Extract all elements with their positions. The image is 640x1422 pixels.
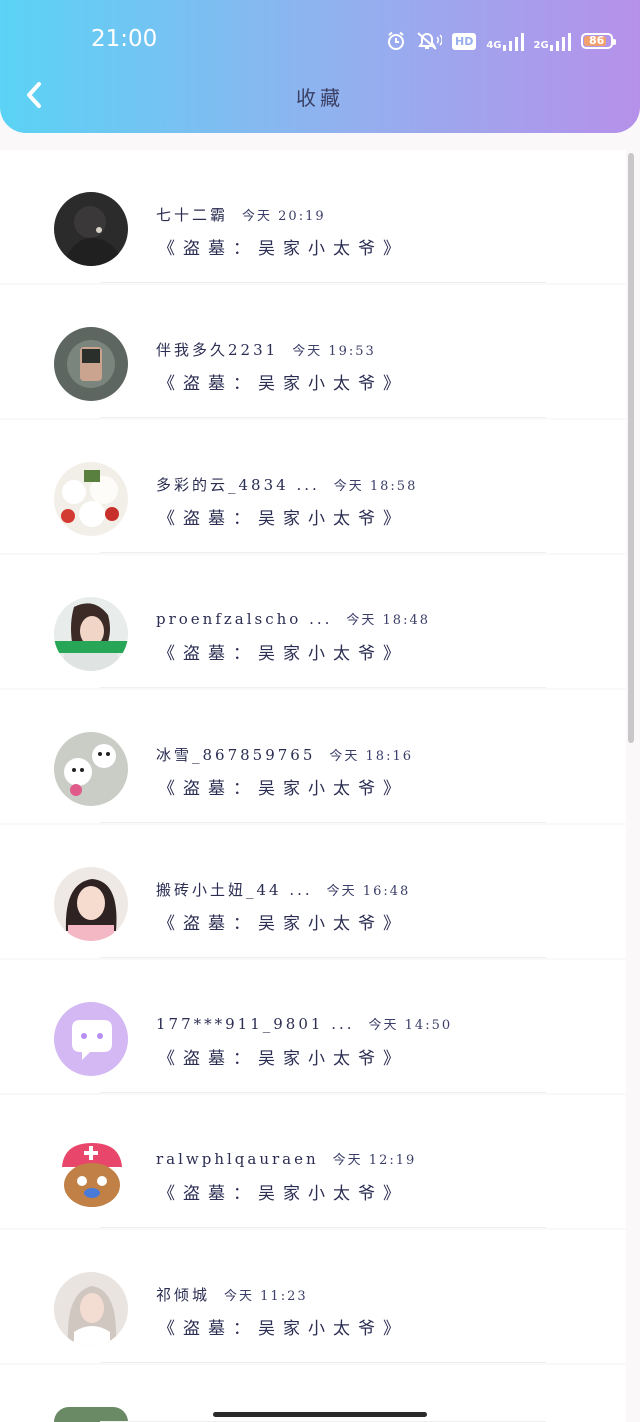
avatar[interactable] — [54, 867, 128, 941]
signal-icon — [502, 33, 524, 51]
user-name: 伴我多久2231 — [156, 341, 279, 359]
book-title[interactable]: 《盗墓：吴家小太爷》 — [158, 909, 408, 934]
signal-icon — [549, 33, 571, 51]
avatar[interactable] — [54, 597, 128, 671]
item-time: 今天 18:58 — [333, 479, 418, 494]
item-user-line: 177***911_9801 ... 今天 14:50 — [156, 1014, 452, 1033]
user-name: ralwphlqauraen — [156, 1150, 319, 1168]
user-name: proenfzalscho ... — [156, 610, 333, 628]
list-item[interactable]: 搬砖小土妞_44 ... 今天 16:48 《盗墓：吴家小太爷》 — [0, 825, 626, 958]
item-time: 今天 16:48 — [326, 884, 411, 899]
item-time: 今天 12:19 — [332, 1153, 417, 1168]
signal-2g: 2G — [534, 31, 571, 51]
book-title[interactable]: 《盗墓：吴家小太爷》 — [158, 1314, 408, 1339]
battery-level: 86 — [589, 34, 605, 47]
list-item[interactable]: 冰雪_867859765 今天 18:16 《盗墓：吴家小太爷》 — [0, 690, 626, 823]
page-title: 收藏 — [296, 86, 344, 110]
status-time: 21:00 — [91, 26, 158, 52]
item-user-line: 伴我多久2231 今天 19:53 — [156, 339, 376, 360]
avatar[interactable] — [54, 462, 128, 536]
book-title[interactable]: 《盗墓：吴家小太爷》 — [158, 639, 408, 664]
list-item[interactable]: 伴我多久2231 今天 19:53 《盗墓：吴家小太爷》 — [0, 285, 626, 418]
header-bar: 21:00 HD 4G 2G 86 收藏 — [0, 0, 640, 133]
item-time: 今天 14:50 — [368, 1018, 453, 1033]
item-user-line: 搬砖小土妞_44 ... 今天 16:48 — [156, 879, 410, 900]
user-name: 177***911_9801 ... — [156, 1015, 355, 1033]
hd-icon: HD — [452, 32, 477, 50]
mute-icon — [417, 32, 442, 50]
user-name: 七十二霸 — [156, 206, 229, 224]
item-time: 今天 11:23 — [224, 1289, 308, 1304]
avatar[interactable] — [54, 1272, 128, 1346]
user-name: 冰雪_867859765 — [156, 746, 316, 764]
avatar[interactable] — [54, 327, 128, 401]
list-item[interactable]: proenfzalscho ... 今天 18:48 《盗墓：吴家小太爷》 — [0, 555, 626, 688]
item-user-line: 多彩的云_4834 ... 今天 18:58 — [156, 474, 417, 495]
list-item[interactable]: ralwphlqauraen 今天 12:19 《盗墓：吴家小太爷》 — [0, 1095, 626, 1228]
status-icons: HD 4G 2G 86 — [386, 30, 623, 52]
net-label-4g: 4G — [486, 40, 502, 51]
list-item[interactable]: 七十二霸 今天 20:19 《盗墓：吴家小太爷》 — [0, 150, 626, 283]
item-user-line: ralwphlqauraen 今天 12:19 — [156, 1149, 416, 1168]
item-user-line: 冰雪_867859765 今天 18:16 — [156, 744, 413, 765]
user-name: 多彩的云_4834 ... — [156, 476, 320, 494]
item-user-line: 七十二霸 今天 20:19 — [156, 204, 326, 225]
avatar[interactable] — [54, 1002, 128, 1076]
item-time: 今天 18:16 — [329, 749, 414, 764]
book-title[interactable]: 《盗墓：吴家小太爷》 — [158, 369, 408, 394]
book-title[interactable]: 《盗墓：吴家小太爷》 — [158, 234, 408, 259]
avatar[interactable] — [54, 732, 128, 806]
battery-icon: 86 — [580, 33, 616, 49]
avatar[interactable] — [54, 1137, 128, 1211]
alarm-icon — [388, 31, 404, 50]
user-name: 祁倾城 — [156, 1286, 211, 1304]
home-indicator[interactable] — [213, 1412, 427, 1417]
item-user-line: proenfzalscho ... 今天 18:48 — [156, 609, 430, 628]
item-time: 今天 19:53 — [292, 344, 376, 359]
item-time: 今天 20:19 — [242, 209, 326, 224]
item-user-line: 祁倾城 今天 11:23 — [156, 1284, 308, 1305]
signal-4g: 4G — [486, 31, 524, 51]
book-title[interactable]: 《盗墓：吴家小太爷》 — [158, 1044, 408, 1069]
item-time: 今天 18:48 — [346, 613, 431, 628]
avatar[interactable] — [54, 1407, 128, 1422]
book-title[interactable]: 《盗墓：吴家小太爷》 — [158, 774, 408, 799]
list-item[interactable]: 177***911_9801 ... 今天 14:50 《盗墓：吴家小太爷》 — [0, 960, 626, 1093]
net-label-2g: 2G — [533, 40, 549, 51]
avatar[interactable] — [54, 192, 128, 266]
book-title[interactable]: 《盗墓：吴家小太爷》 — [158, 1179, 408, 1204]
list-item[interactable]: 祁倾城 今天 11:23 《盗墓：吴家小太爷》 — [0, 1230, 626, 1363]
scrollbar[interactable] — [628, 153, 634, 743]
book-title[interactable]: 《盗墓：吴家小太爷》 — [158, 504, 408, 529]
user-name: 搬砖小土妞_44 ... — [156, 881, 313, 899]
list-item[interactable]: 多彩的云_4834 ... 今天 18:58 《盗墓：吴家小太爷》 — [0, 420, 626, 553]
